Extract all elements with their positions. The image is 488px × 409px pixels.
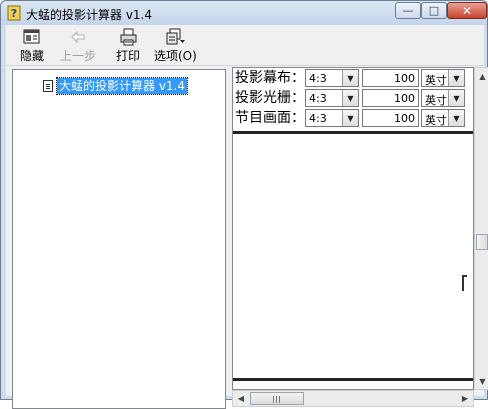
printer-icon: [120, 28, 137, 46]
print-button-label: 打印: [115, 49, 140, 63]
program-label: 节目画面：: [235, 110, 305, 126]
program-unit-value: 英寸: [425, 114, 447, 127]
back-arrow-icon: [71, 30, 85, 44]
print-button[interactable]: 打印: [112, 27, 144, 63]
navigation-tree[interactable]: 大蜢的投影计算器 v1.4: [12, 69, 226, 409]
program-size-input[interactable]: 100: [362, 109, 419, 127]
options-button-label: 选项(O): [154, 49, 197, 63]
options-icon: [166, 28, 185, 45]
hide-button[interactable]: 隐藏: [16, 27, 48, 63]
app-icon: ?: [7, 5, 21, 21]
close-icon: ✕: [461, 3, 473, 18]
hide-button-label: 隐藏: [19, 49, 44, 63]
chevron-down-icon[interactable]: ▼: [448, 90, 464, 106]
raster-unit-value: 英寸: [425, 94, 447, 107]
hide-icon: [23, 29, 40, 44]
screen-ratio-select[interactable]: 4:3 ▼: [305, 69, 359, 87]
scroll-down-icon[interactable]: ▼: [475, 373, 488, 389]
corner-marker: [462, 275, 467, 291]
raster-label: 投影光栅：: [235, 90, 305, 106]
raster-row: 投影光栅： 4:3 ▼ 100 英寸 ▼: [235, 88, 473, 108]
chevron-down-icon[interactable]: ▼: [342, 70, 358, 86]
tree-item[interactable]: 大蜢的投影计算器 v1.4: [43, 77, 189, 95]
back-button[interactable]: 上一步: [58, 27, 98, 63]
screen-unit-value: 英寸: [425, 74, 447, 87]
program-ratio-value: 4:3: [309, 112, 327, 125]
program-row: 节目画面： 4:3 ▼ 100 英寸 ▼: [235, 108, 473, 128]
window-title: 大蜢的投影计算器 v1.4: [26, 8, 153, 22]
screen-row: 投影幕布： 4:3 ▼ 100 英寸 ▼: [235, 68, 473, 88]
screen-label: 投影幕布：: [235, 70, 305, 86]
bottom-divider: [233, 378, 473, 381]
main-window: ? 大蜢的投影计算器 v1.4 — □ ✕ 隐藏 上一步 打印 选项(O) 大蜢…: [0, 0, 488, 409]
divider: [233, 131, 473, 134]
vertical-scroll-thumb[interactable]: [476, 234, 488, 250]
screen-size-value: 100: [394, 72, 415, 85]
svg-text:?: ?: [11, 7, 17, 20]
program-ratio-select[interactable]: 4:3 ▼: [305, 109, 359, 127]
raster-size-value: 100: [394, 92, 415, 105]
horizontal-scroll-thumb[interactable]: [250, 392, 304, 405]
client-area: 隐藏 上一步 打印 选项(O) 大蜢的投影计算器 v1.4 投影幕布： 4:3 …: [6, 25, 488, 409]
scroll-left-icon[interactable]: ◀: [233, 391, 249, 406]
screen-unit-select[interactable]: 英寸 ▼: [421, 69, 465, 87]
minimize-icon: —: [402, 4, 414, 17]
toolbar: 隐藏 上一步 打印 选项(O): [6, 25, 484, 66]
raster-ratio-select[interactable]: 4:3 ▼: [305, 89, 359, 107]
document-icon: [43, 80, 53, 92]
minimize-button[interactable]: —: [395, 2, 421, 19]
maximize-icon: □: [428, 4, 440, 17]
tree-item-label: 大蜢的投影计算器 v1.4: [55, 77, 189, 95]
program-size-value: 100: [394, 112, 415, 125]
calculator-panel: 投影幕布： 4:3 ▼ 100 英寸 ▼ 投影光栅： 4:3 ▼ 100 英寸 …: [232, 67, 474, 390]
screen-ratio-value: 4:3: [309, 72, 327, 85]
screen-size-input[interactable]: 100: [362, 69, 419, 87]
title-bar[interactable]: ? 大蜢的投影计算器 v1.4 — □ ✕: [1, 1, 487, 25]
chevron-down-icon[interactable]: ▼: [342, 110, 358, 126]
scroll-right-icon[interactable]: ▶: [457, 391, 473, 406]
options-button[interactable]: 选项(O): [154, 27, 197, 63]
vertical-scrollbar[interactable]: ▲ ▼: [474, 67, 488, 390]
scroll-up-icon[interactable]: ▲: [475, 68, 488, 84]
raster-ratio-value: 4:3: [309, 92, 327, 105]
raster-unit-select[interactable]: 英寸 ▼: [421, 89, 465, 107]
maximize-button[interactable]: □: [421, 2, 447, 19]
raster-size-input[interactable]: 100: [362, 89, 419, 107]
chevron-down-icon[interactable]: ▼: [342, 90, 358, 106]
program-unit-select[interactable]: 英寸 ▼: [421, 109, 465, 127]
chevron-down-icon[interactable]: ▼: [448, 70, 464, 86]
close-button[interactable]: ✕: [447, 2, 487, 19]
back-button-label: 上一步: [59, 49, 96, 63]
chevron-down-icon[interactable]: ▼: [448, 110, 464, 126]
horizontal-scrollbar[interactable]: ◀ ▶: [232, 390, 474, 407]
